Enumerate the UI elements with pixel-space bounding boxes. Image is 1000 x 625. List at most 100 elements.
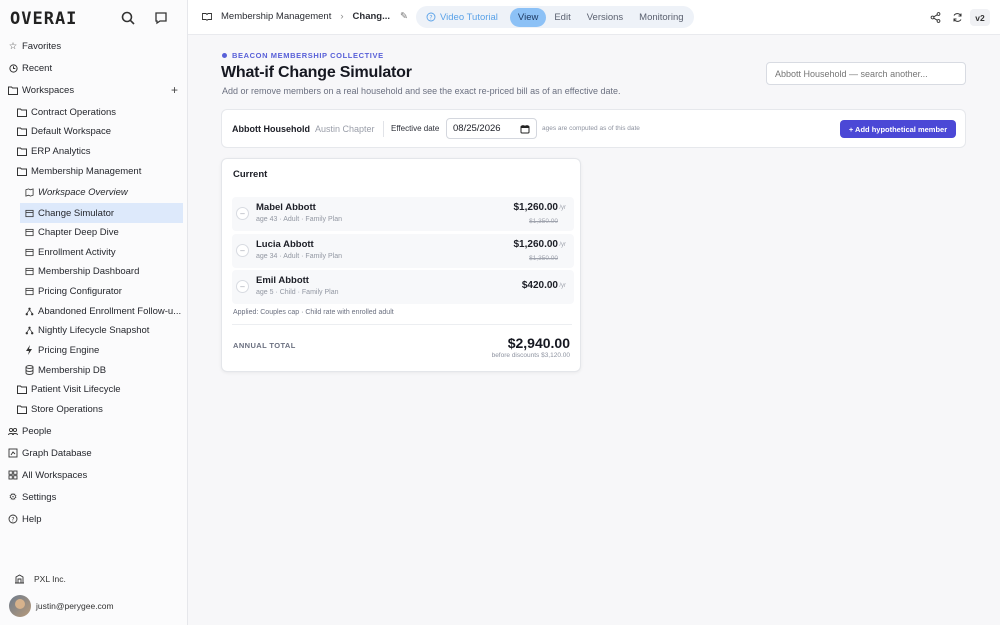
effective-date-input[interactable]: 08/25/2026 xyxy=(446,118,537,139)
folder-icon xyxy=(17,404,27,414)
price-unit: /yr xyxy=(559,242,566,248)
gear-icon: ⚙ xyxy=(8,491,18,503)
breadcrumb-current: Chang... xyxy=(352,11,391,22)
sidebar-item-contract-operations[interactable]: Contract Operations xyxy=(17,102,185,122)
member-name: Lucia Abbott xyxy=(256,239,314,250)
sidebar-item-erp-analytics[interactable]: ERP Analytics xyxy=(17,141,185,161)
list-item: – Lucia Abbott age 34 · Adult · Family P… xyxy=(232,234,574,268)
sidebar-item-favorites[interactable]: ☆ Favorites xyxy=(8,36,184,56)
refresh-icon[interactable] xyxy=(950,10,964,24)
chapter-name: Austin Chapter xyxy=(315,124,375,134)
table-icon xyxy=(24,247,34,257)
star-icon: ☆ xyxy=(8,40,18,52)
sidebar-item-abandoned-enrollment[interactable]: Abandoned Enrollment Follow-u... xyxy=(24,301,184,321)
sidebar-item-graph-database[interactable]: Graph Database xyxy=(8,443,184,463)
list-item: – Emil Abbott age 5 · Child · Family Pla… xyxy=(232,270,574,304)
sidebar-item-people[interactable]: People xyxy=(8,421,184,441)
add-workspace-icon[interactable]: + xyxy=(171,83,178,97)
sidebar-item-store-operations[interactable]: Store Operations xyxy=(17,399,185,419)
folder-icon xyxy=(17,146,27,156)
folder-open-icon xyxy=(17,166,27,176)
database-icon xyxy=(24,365,34,375)
sidebar-item-recent[interactable]: Recent xyxy=(8,58,184,78)
sidebar-item-membership-management[interactable]: Membership Management xyxy=(17,161,185,181)
member-meta: age 5 · Child · Family Plan xyxy=(256,289,339,296)
member-meta: age 43 · Adult · Family Plan xyxy=(256,216,342,223)
remove-member-icon[interactable]: – xyxy=(236,280,249,293)
chat-icon[interactable] xyxy=(153,10,169,26)
annual-total-label: ANNUAL TOTAL xyxy=(233,341,296,350)
price-unit: /yr xyxy=(559,205,566,211)
sidebar-item-pricing-configurator[interactable]: Pricing Configurator xyxy=(24,281,184,301)
sidebar-item-patient-visit-lifecycle[interactable]: Patient Visit Lifecycle xyxy=(17,379,185,399)
price-unit: /yr xyxy=(559,283,566,289)
sidebar-item-chapter-deep-dive[interactable]: Chapter Deep Dive xyxy=(24,222,184,242)
table-icon xyxy=(24,227,34,237)
map-icon xyxy=(24,187,34,197)
sidebar-item-help[interactable]: ? Help xyxy=(8,509,184,529)
search-icon[interactable] xyxy=(120,10,136,26)
member-price: $420.00 xyxy=(521,280,558,291)
tab-edit[interactable]: Edit xyxy=(546,8,578,27)
svg-text:?: ? xyxy=(429,14,432,21)
tab-monitoring[interactable]: Monitoring xyxy=(631,8,691,27)
member-old-price: $1,350.00 xyxy=(529,218,558,225)
member-meta: age 34 · Adult · Family Plan xyxy=(256,253,342,260)
sidebar-item-settings[interactable]: ⚙ Settings xyxy=(8,487,184,507)
member-old-price: $1,350.00 xyxy=(529,255,558,262)
sidebar-item-default-workspace[interactable]: Default Workspace xyxy=(17,121,185,141)
remove-member-icon[interactable]: – xyxy=(236,207,249,220)
user-menu[interactable]: justin@perygee.com xyxy=(9,595,114,617)
sidebar-item-all-workspaces[interactable]: All Workspaces xyxy=(8,465,184,485)
folder-icon xyxy=(17,126,27,136)
sidebar-item-pricing-engine[interactable]: Pricing Engine xyxy=(24,340,184,360)
current-household-card: Current – Mabel Abbott age 43 · Adult · … xyxy=(221,158,581,372)
share-icon[interactable] xyxy=(928,10,942,24)
pencil-icon[interactable]: ✎ xyxy=(400,11,408,22)
table-icon xyxy=(24,286,34,296)
divider xyxy=(232,324,572,325)
video-tutorial-link[interactable]: ? Video Tutorial xyxy=(418,8,506,27)
page-subtitle: Add or remove members on a real househol… xyxy=(222,86,621,96)
workflow-icon xyxy=(24,306,34,316)
top-bar: Membership Management › Chang... ✎ ? Vid… xyxy=(188,0,1000,35)
member-price: $1,260.00 xyxy=(513,202,559,213)
tab-view[interactable]: View xyxy=(509,7,547,27)
breadcrumb-parent[interactable]: Membership Management xyxy=(221,11,331,22)
folder-icon xyxy=(17,107,27,117)
lightning-icon xyxy=(24,345,34,355)
view-tabs: ? Video Tutorial View Edit Versions Moni… xyxy=(416,6,694,28)
grid-icon xyxy=(8,470,18,480)
calendar-icon[interactable] xyxy=(520,124,530,134)
building-icon xyxy=(14,573,25,584)
help-icon: ? xyxy=(8,514,18,524)
before-discounts-note: before discounts $3,120.00 xyxy=(491,352,570,359)
member-price: $1,260.00 xyxy=(513,239,559,250)
chevron-right-icon: › xyxy=(340,11,344,22)
sidebar-item-workspaces[interactable]: Workspaces + xyxy=(8,80,184,100)
org-dot xyxy=(222,53,227,58)
svg-text:?: ? xyxy=(11,516,14,523)
tab-versions[interactable]: Versions xyxy=(579,8,631,27)
sidebar-item-enrollment-activity[interactable]: Enrollment Activity xyxy=(24,242,184,262)
list-item: – Mabel Abbott age 43 · Adult · Family P… xyxy=(232,197,574,231)
effective-date-note: ages are computed as of this date xyxy=(542,125,640,132)
org-switcher[interactable]: PXL Inc. xyxy=(14,573,66,584)
sidebar-item-nightly-lifecycle-snapshot[interactable]: Nightly Lifecycle Snapshot xyxy=(24,320,184,340)
workflow-icon xyxy=(24,325,34,335)
household-search-input[interactable] xyxy=(766,62,966,85)
help-circle-icon: ? xyxy=(426,12,436,22)
table-icon xyxy=(24,208,34,218)
folder-icon xyxy=(8,85,18,95)
table-icon xyxy=(24,266,34,276)
sidebar-item-membership-db[interactable]: Membership DB xyxy=(24,360,184,380)
version-badge[interactable]: v2 xyxy=(970,9,990,26)
add-hypothetical-member-button[interactable]: + Add hypothetical member xyxy=(840,120,956,138)
remove-member-icon[interactable]: – xyxy=(236,244,249,257)
sidebar-item-workspace-overview[interactable]: Workspace Overview xyxy=(24,182,184,202)
member-name: Mabel Abbott xyxy=(256,202,316,213)
sidebar-item-membership-dashboard[interactable]: Membership Dashboard xyxy=(24,261,184,281)
divider xyxy=(383,121,384,137)
sidebar-item-change-simulator[interactable]: Change Simulator xyxy=(20,203,183,223)
app-logo: OVERAI xyxy=(10,9,78,29)
